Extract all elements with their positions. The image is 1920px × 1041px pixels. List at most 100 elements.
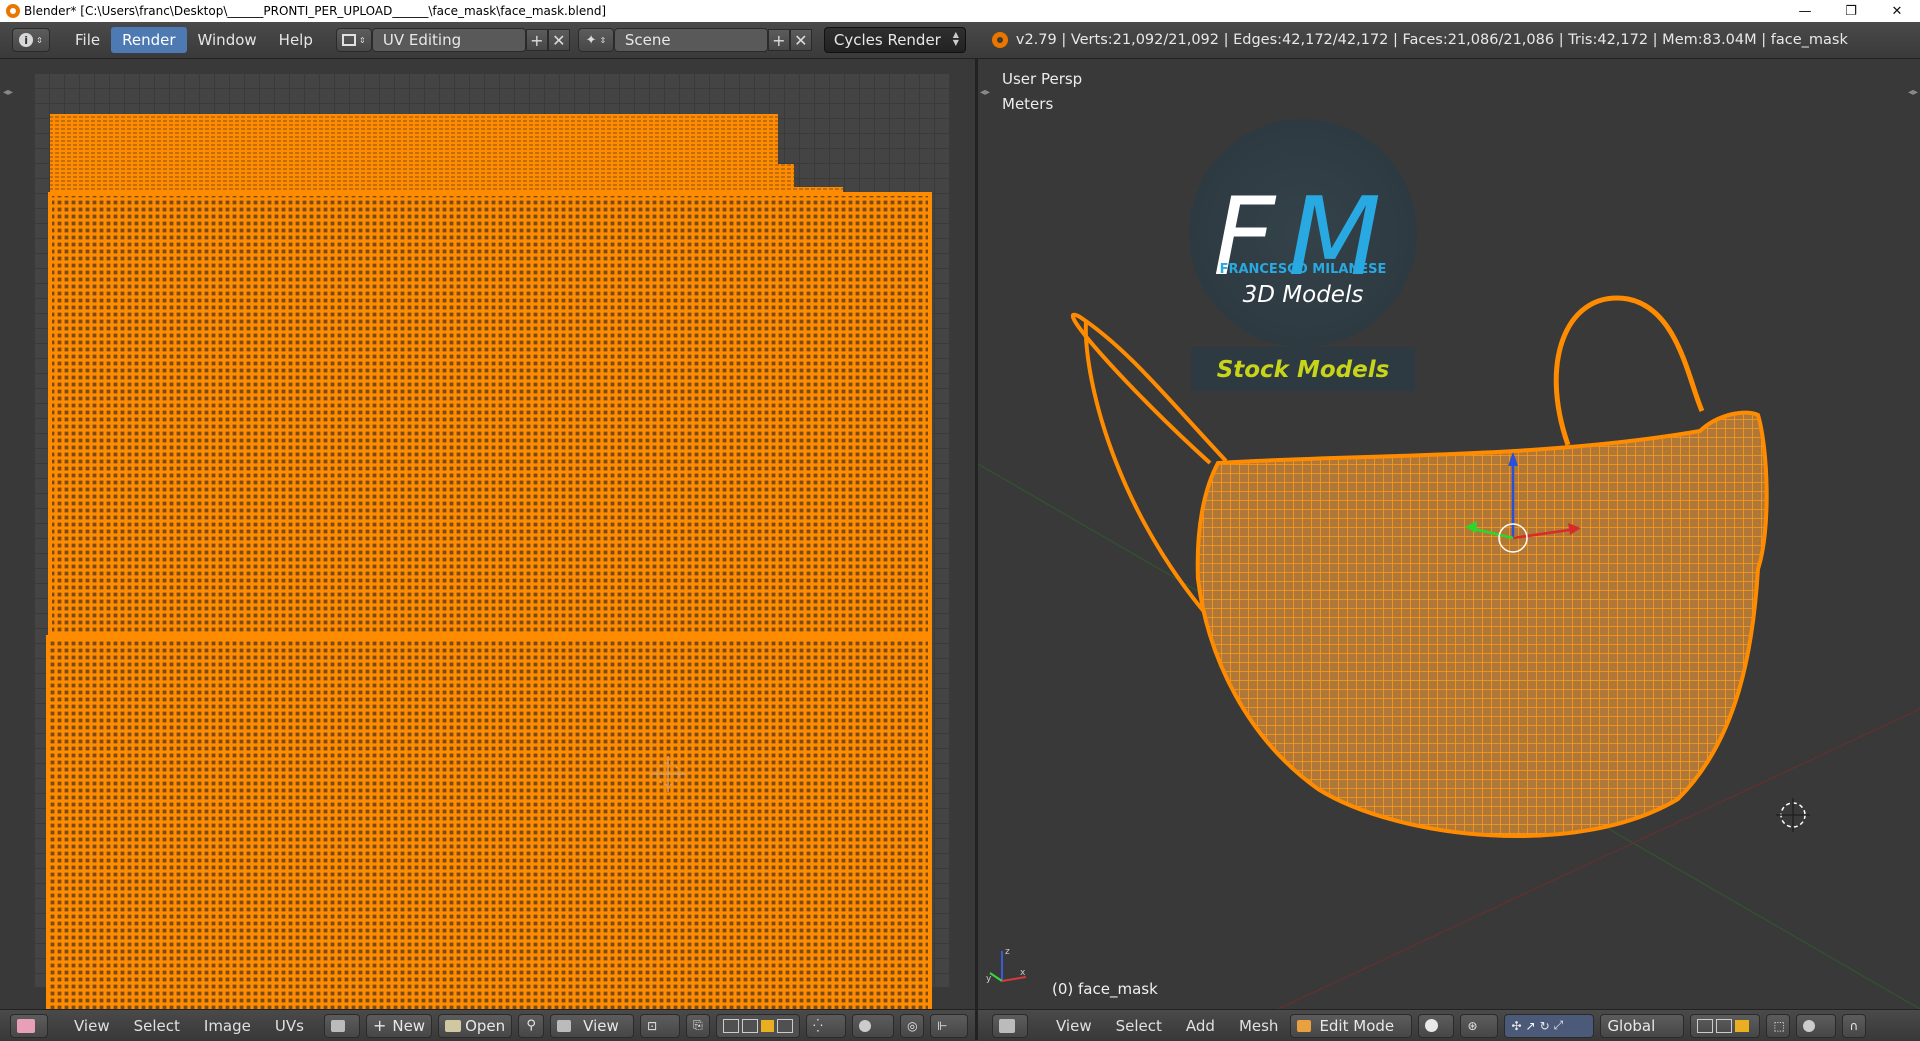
- svg-text:z: z: [1005, 947, 1010, 957]
- viewport-menu-add[interactable]: Add: [1174, 1017, 1227, 1035]
- plus-icon: +: [372, 1016, 387, 1035]
- mode-label: Edit Mode: [1319, 1016, 1395, 1035]
- 3d-viewport[interactable]: User Persp Meters ◂▸ ◂▸ F M FRANCESCO MI…: [978, 59, 1920, 1009]
- uv-menu-image[interactable]: Image: [192, 1017, 263, 1035]
- scale-icon[interactable]: ⤢: [1554, 1018, 1564, 1033]
- uv-mode-select[interactable]: View: [550, 1013, 635, 1038]
- edit-mode-icon: [1297, 1019, 1312, 1032]
- image-editor-icon: [17, 1018, 35, 1033]
- uv-image-editor[interactable]: ◂▸: [0, 59, 975, 1009]
- layout-name-field[interactable]: UV Editing: [371, 28, 526, 52]
- stats-text: v2.79 | Verts:21,092/21,092 | Edges:42,1…: [1015, 32, 1848, 48]
- uv-editor-header: View Select Image UVs + New Open ⚲ View …: [0, 1009, 975, 1041]
- minimize-button[interactable]: —: [1782, 0, 1828, 22]
- translate-icon[interactable]: ↗: [1526, 1019, 1536, 1033]
- remove-scene-button[interactable]: ✕: [789, 29, 812, 51]
- viewport-menu-mesh[interactable]: Mesh: [1227, 1017, 1291, 1035]
- uv-strip-top-2[interactable]: [50, 164, 794, 189]
- sticky-icon: ⁛: [813, 1018, 823, 1033]
- snap-element-icon: ⊩: [937, 1018, 948, 1033]
- logo-banner: Stock Models: [1217, 357, 1390, 383]
- viewport-menu-view[interactable]: View: [1044, 1017, 1104, 1035]
- main-menu: File Render Window Help: [64, 27, 324, 53]
- pivot-select[interactable]: ⊡: [640, 1013, 681, 1038]
- view-mode-icon: [557, 1019, 572, 1032]
- face-mode-icon[interactable]: [1735, 1019, 1750, 1032]
- sync-icon: ⎘: [693, 1018, 703, 1032]
- new-image-button[interactable]: + New: [365, 1013, 433, 1038]
- occlude-icon: ⬚: [1773, 1018, 1785, 1033]
- vertex-mode-icon[interactable]: [1697, 1018, 1714, 1033]
- edge-select-icon[interactable]: [741, 1018, 758, 1033]
- uv-editor-type-button[interactable]: [10, 1013, 48, 1038]
- scene-name-field[interactable]: Scene: [613, 28, 768, 52]
- face-select-icon[interactable]: [760, 1019, 775, 1032]
- viewport-proportional-select[interactable]: [1796, 1013, 1837, 1038]
- snap-toggle[interactable]: ◎: [900, 1013, 925, 1038]
- uv-islands[interactable]: [0, 59, 975, 1009]
- pin-image-button[interactable]: ⚲: [518, 1013, 545, 1038]
- uv-menu-select[interactable]: Select: [122, 1017, 192, 1035]
- viewport-menu-select[interactable]: Select: [1104, 1017, 1174, 1035]
- logo-author: FRANCESCO MILANESE: [1220, 262, 1387, 277]
- orientation-label: Global: [1607, 1016, 1656, 1035]
- uv-island-upper[interactable]: [48, 192, 932, 636]
- solid-shading-icon: [1425, 1019, 1439, 1032]
- menu-file[interactable]: File: [64, 27, 111, 53]
- face-mask-mesh[interactable]: [1195, 410, 1769, 838]
- scene-browse-button[interactable]: ✦ ⇕: [577, 28, 614, 52]
- axis-indicator-icon: z y x: [986, 947, 1027, 984]
- pivot-point-icon: ⊛: [1467, 1018, 1478, 1033]
- uv-menu-uvs[interactable]: UVs: [263, 1017, 316, 1035]
- occlude-geometry-toggle[interactable]: ⬚: [1766, 1013, 1791, 1038]
- edge-mode-icon[interactable]: [1716, 1018, 1733, 1033]
- render-engine-select[interactable]: Cycles Render ▲ ▼: [823, 27, 966, 53]
- sticky-select-mode[interactable]: ⁛: [806, 1013, 847, 1038]
- ear-loop-right[interactable]: [1553, 295, 1705, 446]
- new-image-label: New: [392, 1016, 426, 1035]
- magnet-icon: ∩: [1849, 1018, 1859, 1033]
- shading-select[interactable]: [1418, 1013, 1455, 1038]
- folder-icon: [445, 1019, 462, 1032]
- layout-browse-button[interactable]: ⇕: [335, 28, 372, 52]
- rotate-icon[interactable]: ↻: [1540, 1019, 1550, 1033]
- mode-select[interactable]: Edit Mode: [1290, 1013, 1413, 1038]
- 3d-cursor-icon[interactable]: [1776, 798, 1810, 832]
- logo-tagline: 3D Models: [1243, 282, 1364, 308]
- select-mode-group[interactable]: [1690, 1013, 1761, 1038]
- remove-layout-button[interactable]: ✕: [547, 29, 570, 51]
- viewport-type-button[interactable]: [992, 1013, 1028, 1038]
- sync-selection-button[interactable]: ⎘: [686, 1013, 711, 1038]
- manipulator-toggle-icon[interactable]: ✣: [1511, 1019, 1521, 1033]
- info-header: i ⇕ File Render Window Help ⇕ UV Editing…: [0, 22, 1920, 59]
- image-browse-button[interactable]: [323, 1013, 360, 1038]
- menu-window[interactable]: Window: [187, 27, 268, 53]
- fm-logo: F M FRANCESCO MILANESE 3D Models Stock M…: [1189, 119, 1417, 391]
- manipulator-group[interactable]: ✣ ↗ ↻ ⤢: [1504, 1013, 1595, 1038]
- menu-render[interactable]: Render: [111, 27, 187, 53]
- add-layout-button[interactable]: +: [525, 29, 548, 51]
- blender-logo-icon: [6, 4, 20, 18]
- orientation-select[interactable]: Global: [1600, 1013, 1685, 1038]
- snap-element-select[interactable]: ⊩: [930, 1013, 969, 1038]
- viewport-snap-toggle[interactable]: ∩: [1842, 1013, 1867, 1038]
- uv-island-lower[interactable]: [46, 635, 932, 1009]
- window-controls: — ❐ ✕: [1782, 0, 1920, 22]
- updown-icon: ▲ ▼: [952, 30, 959, 47]
- maximize-button[interactable]: ❐: [1828, 0, 1874, 22]
- proportional-edit-select[interactable]: [852, 1013, 895, 1038]
- vertex-select-icon[interactable]: [723, 1018, 739, 1033]
- editor-type-button[interactable]: i ⇕: [12, 28, 50, 52]
- pivot-point-select[interactable]: ⊛: [1460, 1013, 1499, 1038]
- island-select-icon[interactable]: [777, 1018, 794, 1033]
- viewport-canvas[interactable]: F M FRANCESCO MILANESE 3D Models Stock M…: [978, 59, 1920, 1009]
- toolshelf-toggle-icon[interactable]: ◂▸: [3, 87, 13, 98]
- window-title: Blender* [C:\Users\franc\Desktop\______P…: [24, 4, 607, 18]
- uv-menu-view[interactable]: View: [62, 1017, 122, 1035]
- layout-grid-icon: [342, 34, 357, 46]
- selection-mode-group[interactable]: [716, 1013, 801, 1038]
- open-image-button[interactable]: Open: [438, 1013, 513, 1038]
- add-scene-button[interactable]: +: [767, 29, 790, 51]
- menu-help[interactable]: Help: [268, 27, 324, 53]
- close-button[interactable]: ✕: [1874, 0, 1920, 22]
